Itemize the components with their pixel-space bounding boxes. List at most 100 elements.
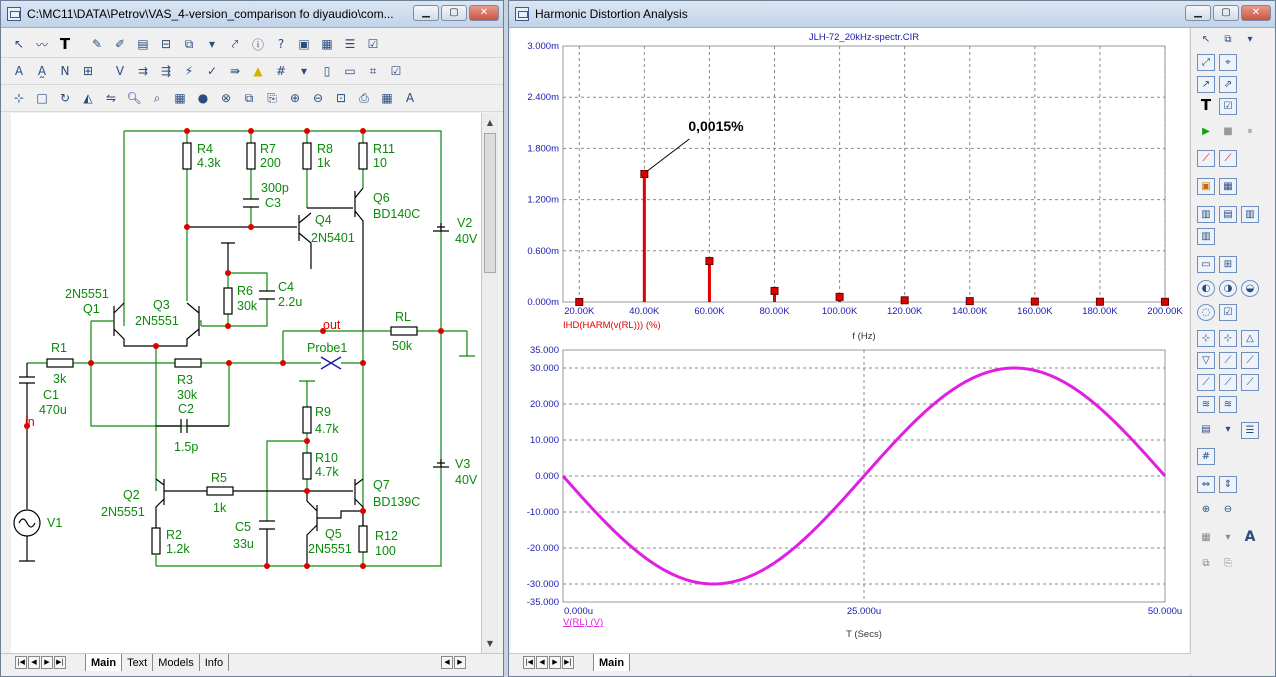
fit-icon[interactable]: ⟋	[1241, 374, 1259, 391]
transistor-Q7[interactable]	[307, 478, 364, 526]
minimize-button[interactable]: ▁	[413, 5, 439, 21]
minor-grid-icon[interactable]: ▥	[1241, 206, 1259, 223]
snap-icon[interactable]: ⌗	[363, 61, 383, 81]
font-icon[interactable]: A	[1241, 530, 1259, 547]
power-icon[interactable]: ⇶	[156, 61, 176, 81]
properties-icon[interactable]: ☑	[363, 34, 383, 54]
bus-tool-icon[interactable]: ⊟	[156, 34, 176, 54]
pin-icon[interactable]: ⊞	[78, 61, 98, 81]
high-icon[interactable]: ⟋	[1219, 352, 1237, 369]
minimize-button[interactable]: ▁	[1185, 5, 1211, 21]
numeric-icon[interactable]: #	[1197, 448, 1215, 465]
list-icon[interactable]: ☰	[340, 34, 360, 54]
resistor-R4[interactable]	[182, 142, 192, 170]
zoom-region-icon[interactable]: ⌖	[1219, 54, 1237, 71]
resistor-R7[interactable]	[246, 142, 256, 170]
prev-point-icon[interactable]: ⊹	[1219, 330, 1237, 347]
cursor-properties-icon[interactable]: ☑	[1219, 304, 1237, 321]
page-icon[interactable]: ▯	[317, 61, 337, 81]
peak-find-icon[interactable]: △	[1241, 330, 1259, 347]
select-tool-icon[interactable]: ↖	[9, 34, 29, 54]
font-icon[interactable]: A	[400, 88, 420, 108]
last-page-icon[interactable]: ▶|	[562, 656, 574, 669]
probe-icon[interactable]	[320, 356, 342, 370]
transistor-Q2[interactable]	[155, 478, 307, 528]
tab-main[interactable]: Main	[593, 654, 631, 671]
data-points-icon[interactable]: ▣	[1197, 178, 1215, 195]
scale-icon[interactable]: ⤢	[1197, 54, 1215, 71]
grid-toggle-icon[interactable]: #	[271, 61, 291, 81]
plot-area[interactable]: JLH-72_20kHz-spectr.CIR 20.00K 40.00K 60.00…	[511, 28, 1189, 653]
tab-main[interactable]: Main	[85, 654, 123, 671]
resistor-R6[interactable]	[223, 287, 233, 315]
condition-icon[interactable]: ⚡	[179, 61, 199, 81]
resistor-R1[interactable]	[46, 358, 74, 368]
grid-icon[interactable]: ▦	[317, 34, 337, 54]
tab-info[interactable]: Info	[200, 654, 230, 671]
scroll-up-icon[interactable]: ▲	[483, 115, 497, 130]
schematic-vertical-scrollbar[interactable]: ▲ ▼	[481, 113, 498, 653]
paste-icon[interactable]: ⎘	[1219, 556, 1237, 573]
calculator-icon[interactable]: ▦	[170, 88, 190, 108]
tokens-icon[interactable]: ▦	[1219, 178, 1237, 195]
attribute-text-icon[interactable]: A	[9, 61, 29, 81]
copy-icon[interactable]: ⧉	[1219, 32, 1237, 49]
next-page-icon[interactable]: ▶	[41, 656, 53, 669]
prev-page-icon[interactable]: ◀	[536, 656, 548, 669]
properties-icon[interactable]: ☑	[1219, 98, 1237, 115]
prev-page-icon[interactable]: ◀	[28, 656, 40, 669]
source-V2[interactable]	[433, 223, 449, 232]
select-icon[interactable]: ↖	[1197, 32, 1215, 49]
cursor-mode-icon[interactable]: ↗	[1197, 76, 1215, 93]
line-plot-icon[interactable]: ⟋	[1197, 150, 1215, 167]
dropdown-arrow-icon[interactable]: ▾	[1219, 530, 1237, 547]
pause-icon[interactable]: ⏸︎	[1241, 124, 1259, 141]
inflection-icon[interactable]: ⟋	[1197, 374, 1215, 391]
paste-icon[interactable]: ⎘	[262, 88, 282, 108]
next-point-icon[interactable]: ⊹	[1197, 330, 1215, 347]
node-numbers-icon[interactable]: N	[55, 61, 75, 81]
link-tool-icon[interactable]: ⤤	[225, 34, 245, 54]
zoom-in-icon[interactable]: ⊕	[285, 88, 305, 108]
run-icon[interactable]: ▶	[1197, 124, 1215, 141]
voltage-icon[interactable]: V	[110, 61, 130, 81]
text-tool-icon[interactable]: T	[55, 34, 75, 54]
resistor-R12[interactable]	[358, 525, 368, 553]
close-button[interactable]: ✕	[469, 5, 499, 21]
help-icon[interactable]: ?	[271, 34, 291, 54]
next-page-icon[interactable]: ▶	[549, 656, 561, 669]
list-icon[interactable]: ☰	[1241, 422, 1259, 439]
top-icon[interactable]: ≋	[1219, 396, 1237, 413]
maximize-button[interactable]: ▢	[441, 5, 467, 21]
tab-text[interactable]: Text	[122, 654, 154, 671]
cancel-icon[interactable]: ⊗	[216, 88, 236, 108]
first-page-icon[interactable]: |◀	[15, 656, 27, 669]
horizontal-grid-icon[interactable]: ▥	[1197, 206, 1215, 223]
scroll-left-icon[interactable]: ◀	[441, 656, 453, 669]
find-icon[interactable]: 🔍︎	[124, 88, 144, 108]
resistor-R11[interactable]	[358, 142, 368, 170]
check-icon[interactable]: ✓	[202, 61, 222, 81]
resistor-R5[interactable]	[206, 486, 234, 496]
info-icon[interactable]: ⓘ	[248, 34, 268, 54]
dropdown-arrow-icon[interactable]: ▾	[1241, 32, 1259, 49]
grid-icon[interactable]: ▥	[1197, 228, 1215, 245]
last-page-icon[interactable]: ▶|	[54, 656, 66, 669]
layout-icon[interactable]: ▦	[377, 88, 397, 108]
tab-models[interactable]: Models	[153, 654, 200, 671]
cursor-peak-icon[interactable]: ◒	[1241, 280, 1259, 297]
copy-tool-icon[interactable]: ⧉	[179, 34, 199, 54]
tag-icon[interactable]: ▤	[1197, 422, 1215, 439]
scroll-down-icon[interactable]: ▼	[483, 636, 497, 651]
source-V3[interactable]	[433, 459, 449, 468]
find-replace-icon[interactable]: ⌕	[147, 88, 167, 108]
low-icon[interactable]: ⟋	[1241, 352, 1259, 369]
fit-x-icon[interactable]: ⇔	[1197, 476, 1215, 493]
printer-icon[interactable]: ⎙	[354, 88, 374, 108]
first-page-icon[interactable]: |◀	[523, 656, 535, 669]
stack-icon[interactable]: ▭	[1197, 256, 1215, 273]
capacitor-C1[interactable]	[19, 363, 35, 509]
schematic-titlebar[interactable]: C:\MC11\DATA\Petrov\VAS_4-version_compar…	[1, 1, 503, 28]
resistor-RL[interactable]	[390, 326, 418, 336]
slope-icon[interactable]: ⟋	[1219, 374, 1237, 391]
